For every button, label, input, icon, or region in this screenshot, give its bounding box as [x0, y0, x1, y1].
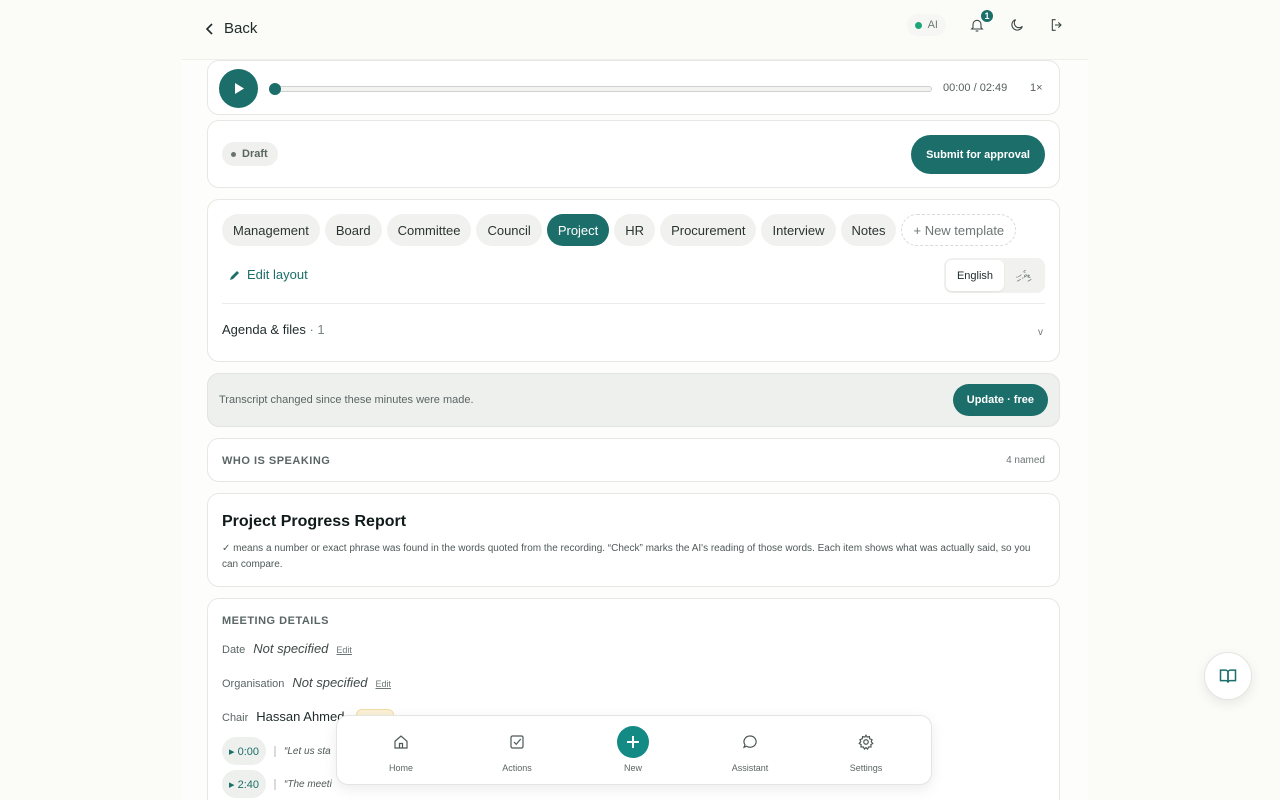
language-toggle: English ޑިވެހި — [944, 258, 1045, 293]
update-minutes-button[interactable]: Update · free — [952, 384, 1048, 416]
notice-text: Transcript changed since these minutes w… — [219, 394, 474, 406]
gear-icon — [858, 734, 874, 751]
nav-item-new[interactable]: New — [583, 716, 683, 786]
playback-speed-button[interactable]: 1× — [1030, 82, 1043, 94]
template-chip-notes[interactable]: Notes — [840, 214, 897, 246]
template-chip-management[interactable]: Management — [222, 214, 320, 246]
moon-icon — [1011, 19, 1023, 31]
status-badge-label: Draft — [242, 148, 268, 160]
divider — [222, 303, 1045, 304]
chevron-down-icon[interactable]: v — [1038, 327, 1043, 338]
organisation-label: Organisation — [222, 678, 285, 690]
audio-player: 00:00 / 02:49 1× — [207, 60, 1060, 115]
speakers-title: WHO IS SPEAKING — [222, 455, 331, 467]
report-card: Project Progress Report ✓ means a number… — [207, 493, 1060, 587]
plus-icon — [627, 736, 639, 748]
nav-label-new: New — [623, 763, 642, 773]
edit-layout-button[interactable]: Edit layout — [230, 267, 308, 282]
timestamp-row: ▸ 2:40 “The meeti — [222, 770, 332, 798]
top-header: Back AI 1 — [182, 0, 1088, 60]
detail-row-date: Date Not specified Edit — [222, 641, 352, 656]
date-label: Date — [222, 644, 246, 656]
template-chip-project[interactable]: Project — [546, 214, 610, 246]
book-open-icon — [1219, 669, 1237, 683]
checkbox-icon — [510, 735, 524, 749]
chat-bubble-icon — [742, 735, 757, 749]
organisation-value: Not specified — [292, 675, 368, 690]
timestamp-button[interactable]: ▸ 0:00 — [222, 737, 266, 765]
ai-status-dot — [914, 21, 922, 29]
bottom-navigation: Home Actions New Assistant Settings — [336, 715, 932, 785]
theme-toggle-button[interactable] — [1008, 16, 1026, 34]
page-title: Project Progress Report — [222, 513, 407, 530]
audio-progress-track[interactable] — [269, 83, 932, 95]
template-chip-committee[interactable]: Committee — [386, 214, 472, 246]
ai-status-pill[interactable]: AI — [906, 14, 946, 36]
template-chip-list: Management Board Committee Council Proje… — [222, 214, 1017, 246]
status-dot — [231, 151, 236, 157]
nav-label-home: Home — [388, 763, 413, 773]
play-icon — [234, 83, 244, 94]
template-chip-hr[interactable]: HR — [614, 214, 656, 246]
logout-icon — [1051, 19, 1062, 31]
template-chip-council[interactable]: Council — [476, 214, 542, 246]
back-button[interactable]: Back — [204, 20, 257, 37]
new-template-button[interactable]: + New template — [901, 214, 1017, 246]
language-option-english[interactable]: English — [946, 260, 1004, 291]
nav-item-actions[interactable]: Actions — [467, 716, 567, 786]
nav-label-actions: Actions — [502, 763, 532, 773]
agenda-files-count: · 1 — [309, 322, 325, 337]
home-icon — [394, 735, 408, 749]
speakers-count: 4 named — [1006, 455, 1045, 466]
chair-value: Hassan Ahmed — [256, 709, 345, 724]
play-button[interactable] — [219, 69, 258, 108]
chevron-left-icon — [205, 22, 213, 35]
date-value: Not specified — [253, 641, 329, 656]
submit-for-approval-button[interactable]: Submit for approval — [911, 135, 1045, 174]
meeting-details-title: MEETING DETAILS — [222, 615, 329, 627]
timestamp-row: ▸ 0:00 “Let us sta — [222, 737, 331, 765]
timestamp-quote: “Let us sta — [274, 745, 331, 757]
status-card: Draft Submit for approval — [207, 120, 1060, 188]
who-is-speaking-section[interactable]: WHO IS SPEAKING 4 named — [207, 438, 1060, 482]
back-label: Back — [224, 20, 258, 37]
timestamp-button[interactable]: ▸ 2:40 — [222, 770, 266, 798]
template-card: Management Board Committee Council Proje… — [207, 199, 1060, 362]
audio-time: 00:00 / 02:49 — [943, 82, 1008, 94]
transcript-changed-notice: Transcript changed since these minutes w… — [207, 373, 1060, 427]
new-button[interactable] — [617, 726, 649, 758]
agenda-files-label: Agenda & files — [222, 322, 306, 337]
template-chip-board[interactable]: Board — [324, 214, 382, 246]
timestamp-quote: “The meeti — [274, 778, 332, 790]
nav-label-assistant: Assistant — [731, 763, 769, 773]
notification-count-badge: 1 — [979, 8, 995, 24]
template-chip-procurement[interactable]: Procurement — [660, 214, 757, 246]
notifications-button[interactable]: 1 — [968, 8, 995, 34]
template-chip-interview[interactable]: Interview — [761, 214, 836, 246]
logout-button[interactable] — [1048, 16, 1066, 34]
pencil-icon — [230, 270, 239, 280]
detail-row-organisation: Organisation Not specified Edit — [222, 675, 391, 690]
edit-organisation-link[interactable]: Edit — [376, 679, 392, 689]
nav-label-settings: Settings — [849, 763, 883, 773]
ai-label: AI — [927, 19, 938, 31]
agenda-files-toggle[interactable]: Agenda & files · 1 — [222, 322, 325, 337]
guide-button[interactable] — [1204, 652, 1252, 700]
status-badge: Draft — [222, 142, 278, 166]
nav-item-settings[interactable]: Settings — [816, 716, 916, 786]
edit-date-link[interactable]: Edit — [336, 645, 352, 655]
edit-layout-label: Edit layout — [247, 267, 308, 282]
nav-item-home[interactable]: Home — [351, 716, 451, 786]
language-option-dhivehi[interactable]: ޑިވެހި — [1004, 260, 1043, 291]
report-explanation: ✓ means a number or exact phrase was fou… — [222, 543, 1031, 570]
chair-label: Chair — [222, 712, 249, 724]
audio-progress-knob[interactable] — [269, 83, 281, 95]
nav-item-assistant[interactable]: Assistant — [700, 716, 800, 786]
